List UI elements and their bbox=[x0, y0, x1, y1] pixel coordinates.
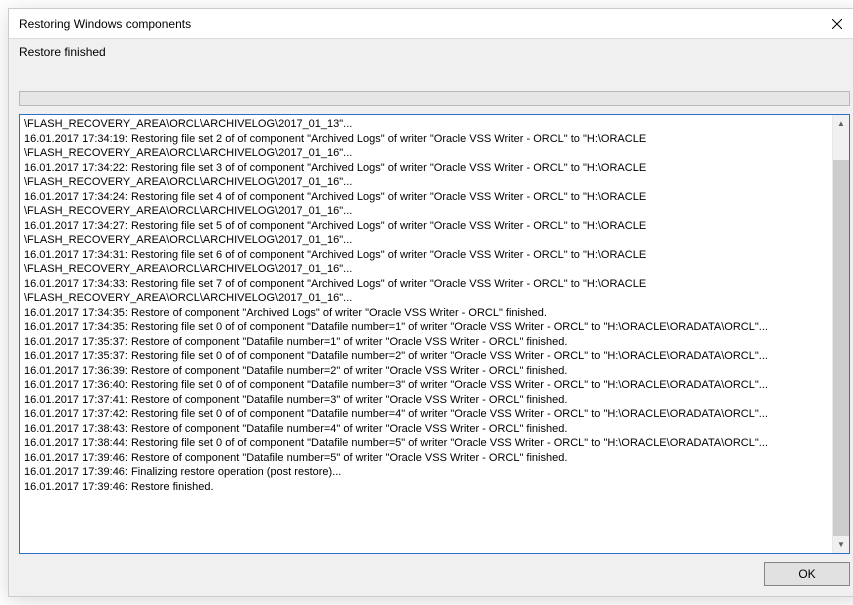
dialog-window: Restoring Windows components Restore fin… bbox=[8, 8, 853, 597]
scroll-track[interactable] bbox=[833, 132, 849, 536]
log-line: 16.01.2017 17:35:37: Restore of componen… bbox=[24, 335, 828, 350]
log-line: 16.01.2017 17:38:44: Restoring file set … bbox=[24, 436, 828, 451]
log-line: 16.01.2017 17:34:33: Restoring file set … bbox=[24, 277, 828, 292]
log-line: 16.01.2017 17:34:35: Restoring file set … bbox=[24, 320, 828, 335]
close-button[interactable] bbox=[814, 9, 853, 39]
log-line: \FLASH_RECOVERY_AREA\ORCL\ARCHIVELOG\201… bbox=[24, 146, 828, 161]
log-line: 16.01.2017 17:38:43: Restore of componen… bbox=[24, 422, 828, 437]
log-line: 16.01.2017 17:34:22: Restoring file set … bbox=[24, 161, 828, 176]
log-line: 16.01.2017 17:39:46: Restore of componen… bbox=[24, 451, 828, 466]
log-line: 16.01.2017 17:39:46: Restore finished. bbox=[24, 480, 828, 495]
log-container: \FLASH_RECOVERY_AREA\ORCL\ARCHIVELOG\201… bbox=[19, 114, 850, 554]
progress-area bbox=[9, 63, 853, 114]
ok-button[interactable]: OK bbox=[764, 562, 850, 586]
close-icon bbox=[832, 19, 842, 29]
scroll-thumb[interactable] bbox=[833, 160, 849, 536]
scroll-up-arrow-icon[interactable]: ▲ bbox=[833, 115, 849, 132]
log-line: 16.01.2017 17:34:31: Restoring file set … bbox=[24, 248, 828, 263]
log-line: \FLASH_RECOVERY_AREA\ORCL\ARCHIVELOG\201… bbox=[24, 233, 828, 248]
log-line: \FLASH_RECOVERY_AREA\ORCL\ARCHIVELOG\201… bbox=[24, 291, 828, 306]
log-line: 16.01.2017 17:35:37: Restoring file set … bbox=[24, 349, 828, 364]
button-row: OK bbox=[9, 562, 853, 596]
titlebar: Restoring Windows components bbox=[9, 9, 853, 39]
log-line: \FLASH_RECOVERY_AREA\ORCL\ARCHIVELOG\201… bbox=[24, 117, 828, 132]
window-title: Restoring Windows components bbox=[19, 17, 191, 31]
status-text: Restore finished bbox=[9, 39, 853, 63]
log-line: \FLASH_RECOVERY_AREA\ORCL\ARCHIVELOG\201… bbox=[24, 262, 828, 277]
log-line: 16.01.2017 17:34:24: Restoring file set … bbox=[24, 190, 828, 205]
log-line: 16.01.2017 17:36:39: Restore of componen… bbox=[24, 364, 828, 379]
log-text-area[interactable]: \FLASH_RECOVERY_AREA\ORCL\ARCHIVELOG\201… bbox=[20, 115, 832, 553]
log-line: \FLASH_RECOVERY_AREA\ORCL\ARCHIVELOG\201… bbox=[24, 175, 828, 190]
log-line: \FLASH_RECOVERY_AREA\ORCL\ARCHIVELOG\201… bbox=[24, 204, 828, 219]
log-line: 16.01.2017 17:34:35: Restore of componen… bbox=[24, 306, 828, 321]
scroll-down-arrow-icon[interactable]: ▼ bbox=[833, 536, 849, 553]
log-line: 16.01.2017 17:34:19: Restoring file set … bbox=[24, 132, 828, 147]
log-line: 16.01.2017 17:34:27: Restoring file set … bbox=[24, 219, 828, 234]
log-line: 16.01.2017 17:37:41: Restore of componen… bbox=[24, 393, 828, 408]
log-line: 16.01.2017 17:36:40: Restoring file set … bbox=[24, 378, 828, 393]
log-line: 16.01.2017 17:39:46: Finalizing restore … bbox=[24, 465, 828, 480]
log-line: 16.01.2017 17:37:42: Restoring file set … bbox=[24, 407, 828, 422]
progress-bar bbox=[19, 91, 850, 106]
vertical-scrollbar[interactable]: ▲ ▼ bbox=[832, 115, 849, 553]
